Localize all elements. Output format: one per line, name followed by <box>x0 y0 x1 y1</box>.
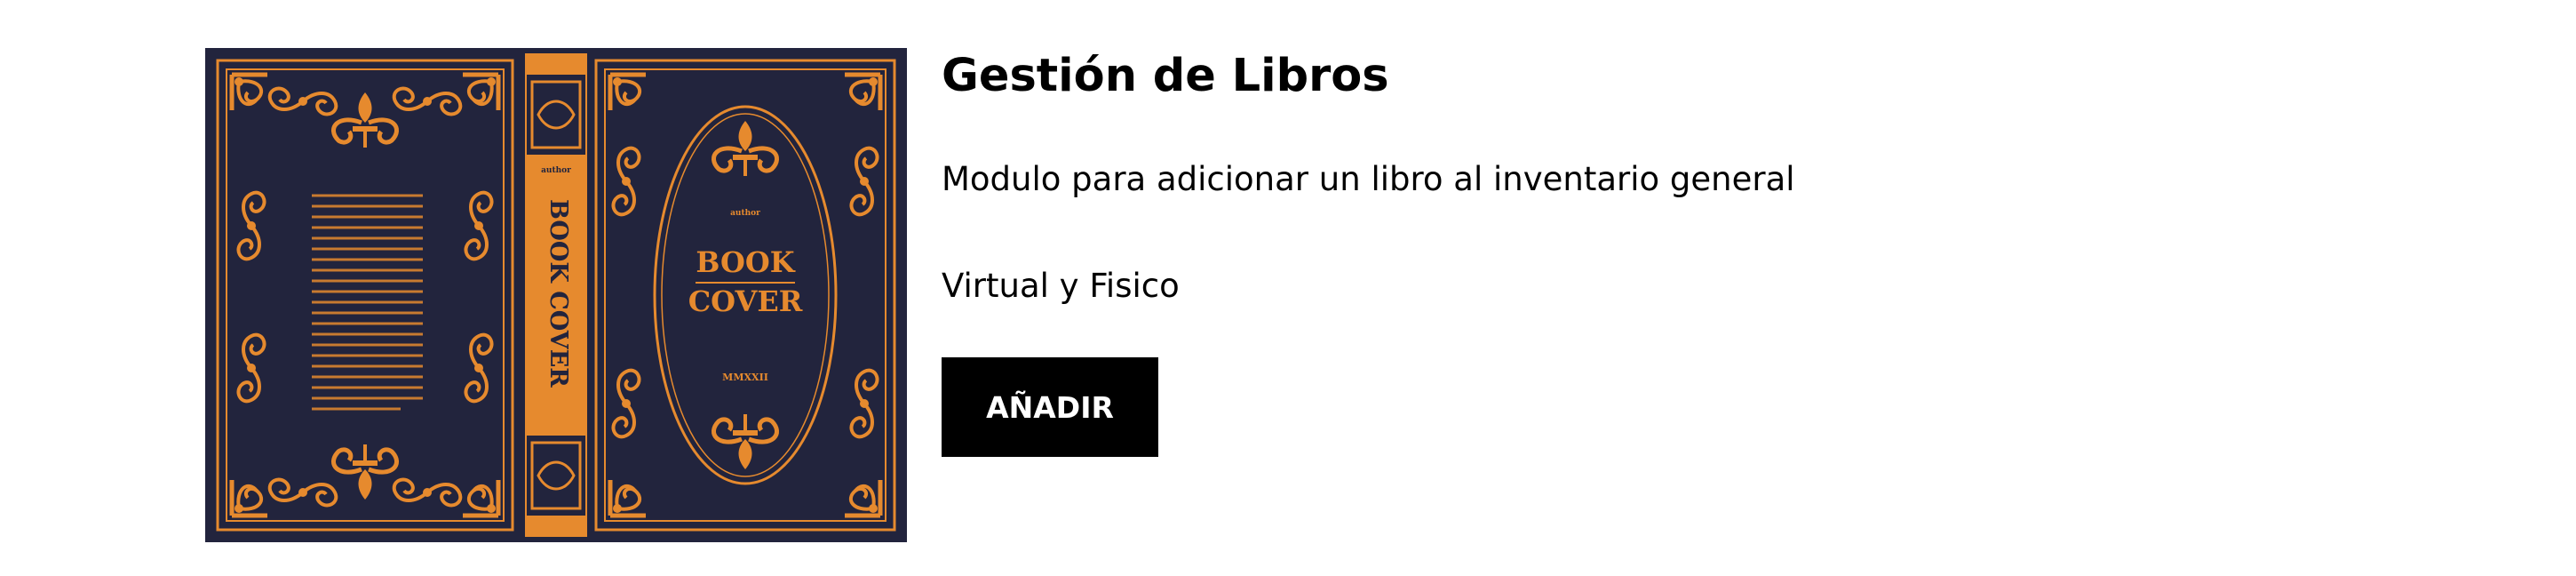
add-button[interactable]: AÑADIR <box>942 357 1158 457</box>
product-description: Modulo para adicionar un libro al invent… <box>942 160 1795 198</box>
book-spine: author BOOK COVER <box>525 48 587 542</box>
back-cover-text-block <box>312 194 423 411</box>
product-title: Gestión de Libros <box>942 50 1389 102</box>
spine-title: BOOK COVER <box>545 199 572 388</box>
front-title-line2: COVER <box>688 284 803 318</box>
product-card: author BOOK COVER author BOOK COVER MMXX… <box>205 48 2373 546</box>
front-year: MMXXII <box>722 372 768 383</box>
spine-author: author <box>541 166 571 175</box>
book-cover-image: author BOOK COVER author BOOK COVER MMXX… <box>205 48 907 542</box>
front-author: author <box>730 209 760 218</box>
front-title-line1: BOOK <box>696 245 795 279</box>
product-format: Virtual y Fisico <box>942 267 1180 305</box>
